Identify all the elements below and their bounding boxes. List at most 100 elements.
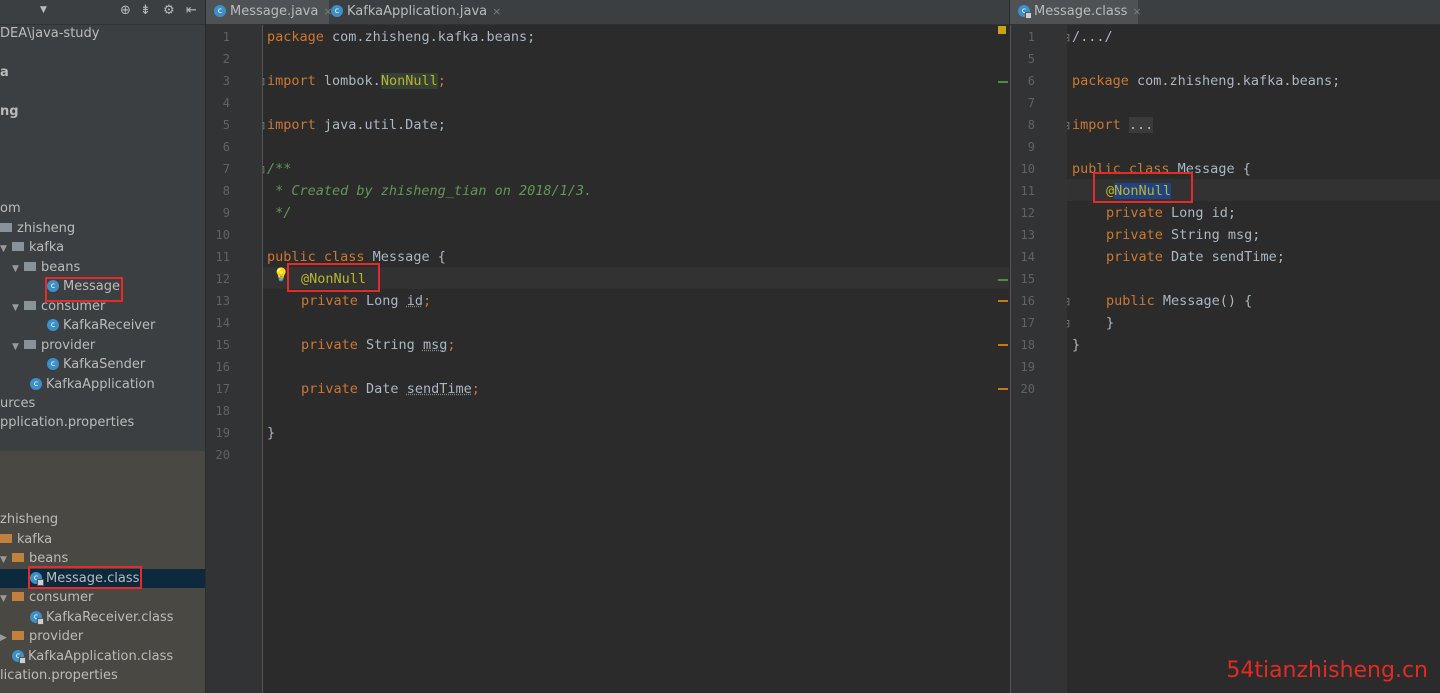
line-number: 16 (215, 360, 230, 374)
warning-marker[interactable] (998, 388, 1008, 390)
collapse-icon[interactable]: ⇟ (140, 3, 151, 18)
compiled-class-icon: c (12, 649, 26, 664)
line-number: 13 (1020, 228, 1035, 242)
package-icon (0, 534, 12, 543)
tree-item-zhisheng[interactable]: zhisheng (0, 219, 75, 238)
line-number: 20 (1020, 382, 1035, 396)
line-number: 1 (1027, 30, 1035, 44)
right-tab-bar: c Message.class × (1010, 0, 1440, 25)
compiled-class-icon: c (30, 610, 44, 625)
code-line: private Long id; (301, 293, 432, 309)
folded-imports[interactable]: ... (1128, 117, 1154, 133)
line-number: 15 (215, 338, 230, 352)
comment-line: */ (267, 205, 292, 221)
tree-item-kafkaapplication-class[interactable]: c KafkaApplication.class (12, 647, 173, 666)
gear-icon[interactable]: ⚙ (163, 3, 175, 18)
expand-arrow-icon[interactable]: ▼ (12, 338, 24, 357)
tree-item[interactable]: urces (0, 394, 35, 413)
project-panel: ▼ ⊕ ⇟ ⚙ ⇤ DEA\java-study a ng om zhishen… (0, 0, 206, 693)
close-icon[interactable]: × (1132, 5, 1141, 18)
folder-icon (12, 242, 24, 251)
line-number: 18 (215, 404, 230, 418)
tree-item-kafkareceiver-class[interactable]: c KafkaReceiver.class (30, 608, 174, 627)
tree-item[interactable]: lication.properties (0, 666, 118, 685)
warning-marker[interactable] (998, 300, 1008, 302)
line-number: 9 (1027, 140, 1035, 154)
fold-icon[interactable]: ⊟ (263, 163, 265, 176)
tree-item-kafkareceiver[interactable]: c KafkaReceiver (47, 316, 155, 335)
fold-icon[interactable]: ⊟ (1067, 317, 1070, 330)
code-line: } (267, 425, 276, 441)
tree-item-beans[interactable]: ▼ beans (12, 258, 80, 277)
line-number: 5 (222, 118, 230, 132)
line-number: 17 (1020, 316, 1035, 330)
fold-icon[interactable]: ⊟ (263, 119, 265, 132)
hide-icon[interactable]: ⇤ (186, 3, 197, 18)
right-code-area[interactable]: /.../ package com.zhisheng.kafka.beans; … (1067, 25, 1440, 693)
folder-icon (0, 223, 12, 232)
highlight-box (45, 277, 123, 302)
fold-icon[interactable]: ⊟ (263, 75, 265, 88)
change-marker[interactable] (998, 81, 1008, 83)
tree-item[interactable]: om (0, 199, 21, 218)
code-line: import java.util.Date; (267, 117, 446, 133)
tab-kafkaapplication-java[interactable]: c KafkaApplication.java × (323, 0, 501, 24)
fold-icon[interactable]: ⊟ (1067, 295, 1070, 308)
dropdown-arrow-icon[interactable]: ▼ (40, 5, 47, 15)
tree-item-kafkasender[interactable]: c KafkaSender (47, 355, 145, 374)
folder-icon (24, 340, 36, 349)
left-code-area[interactable]: package com.zhisheng.kafka.beans; import… (263, 25, 1009, 693)
fold-icon[interactable]: ⊞ (1067, 119, 1070, 132)
tree-item-consumer-lib[interactable]: ▼ consumer (0, 588, 93, 607)
expand-arrow-icon[interactable]: ▼ (0, 240, 12, 259)
line-number: 14 (1020, 250, 1035, 264)
code-line: private Date sendTime; (301, 381, 480, 397)
tree-item[interactable]: a (0, 63, 9, 82)
left-gutter: 1 2 3 4 5 6 7 8 9 10 11 12 13 14 15 16 17 18 19 20 (206, 25, 263, 693)
project-path: DEA\java-study (0, 26, 100, 41)
code-line: package com.zhisheng.kafka.beans; (1072, 73, 1341, 89)
change-marker[interactable] (998, 279, 1008, 281)
comment-line: /** (267, 161, 292, 177)
tree-item-provider-lib[interactable]: ▶ provider (0, 627, 83, 646)
line-number: 10 (215, 228, 230, 242)
collapse-arrow-icon[interactable]: ▶ (0, 629, 12, 648)
expand-arrow-icon[interactable]: ▼ (12, 260, 24, 279)
line-number: 3 (222, 74, 230, 88)
expand-arrow-icon[interactable]: ▼ (0, 551, 12, 570)
line-number: 11 (215, 250, 230, 264)
folded-code[interactable]: /.../ (1072, 26, 1113, 48)
warning-marker[interactable] (998, 26, 1006, 34)
class-icon: c (47, 357, 59, 370)
tree-item-provider[interactable]: ▼ provider (12, 336, 95, 355)
line-number: 10 (1020, 162, 1035, 176)
expand-arrow-icon[interactable]: ▼ (12, 299, 24, 318)
tree-item[interactable]: ng (0, 102, 19, 121)
class-icon: c (214, 4, 226, 17)
line-number: 14 (215, 316, 230, 330)
code-line: package com.zhisheng.kafka.beans; (267, 29, 536, 45)
code-line: private String msg; (1106, 227, 1261, 243)
locate-icon[interactable]: ⊕ (120, 3, 131, 18)
code-line: private Long id; (1106, 205, 1237, 221)
tab-message-class[interactable]: c Message.class × (1010, 0, 1142, 24)
tab-message-java[interactable]: c Message.java × (206, 0, 333, 24)
tree-item-zhisheng-lib[interactable]: zhisheng (0, 510, 58, 529)
line-number: 7 (222, 162, 230, 176)
code-line: private Date sendTime; (1106, 249, 1285, 265)
fold-icon[interactable]: ⊞ (1067, 31, 1070, 44)
line-number: 12 (215, 272, 230, 286)
class-icon: c (47, 318, 59, 331)
right-gutter: 1 5 6 7 8 9 10 11 12 13 14 15 16 17 18 19 20 (1010, 25, 1068, 693)
comment-line: * Created by zhisheng_tian on 2018/1/3. (267, 183, 593, 199)
warning-marker[interactable] (998, 344, 1008, 346)
left-tab-bar: c Message.java × c KafkaApplication.java × (206, 0, 1009, 25)
tree-item[interactable]: pplication.properties (0, 413, 134, 432)
expand-arrow-icon[interactable]: ▼ (0, 590, 12, 609)
line-number: 5 (1027, 52, 1035, 66)
close-icon[interactable]: × (492, 5, 501, 18)
tree-item-kafka[interactable]: ▼ kafka (0, 238, 64, 257)
tree-item-kafkaapplication[interactable]: c KafkaApplication (30, 375, 155, 394)
line-number: 6 (1027, 74, 1035, 88)
tree-item-kafka-lib[interactable]: kafka (0, 530, 52, 549)
